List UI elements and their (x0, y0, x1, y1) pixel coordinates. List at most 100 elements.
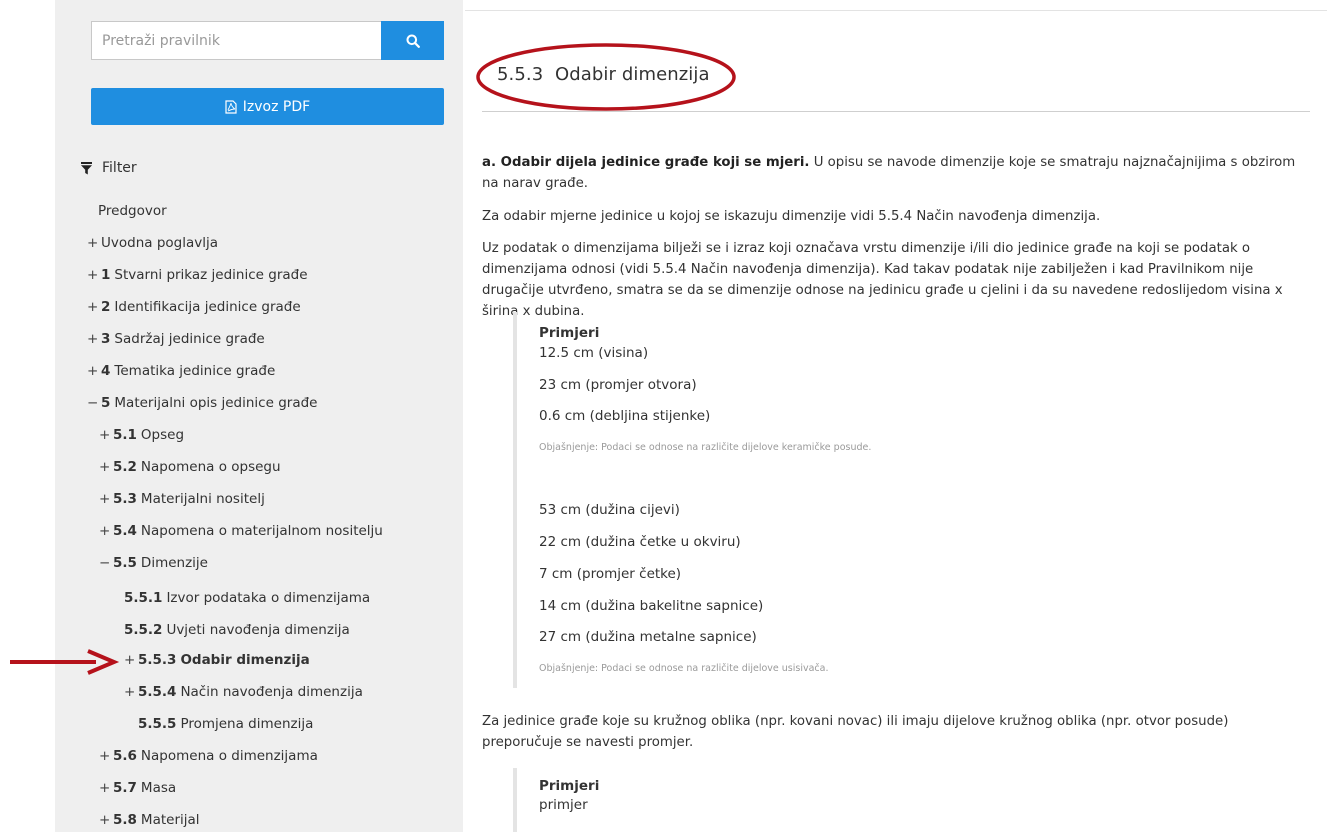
toc-item-label: Materijal (140, 812, 200, 828)
toc-item-4[interactable]: + 4 Tematika jedinice građe (87, 363, 275, 379)
filter-label: Filter (102, 160, 137, 176)
toc-item-predgovor[interactable]: Predgovor (98, 203, 167, 219)
toc-item-number: 5.3 (113, 491, 137, 507)
example-line: 0.6 cm (debljina stijenke) (539, 408, 711, 424)
example-line: primjer (539, 797, 588, 813)
example-line: 53 cm (dužina cijevi) (539, 502, 680, 518)
toc-item-label: Odabir dimenzija (180, 652, 310, 668)
toc-item-2[interactable]: + 2 Identifikacija jedinice građe (87, 299, 301, 315)
toc-item-label: Materijalni opis jedinice građe (114, 395, 318, 411)
expand-icon[interactable]: + (99, 459, 113, 475)
toc-item-number: 5.6 (113, 748, 137, 764)
toc-item-label: Stvarni prikaz jedinice građe (114, 267, 308, 283)
expand-icon[interactable]: + (87, 267, 101, 283)
export-pdf-button[interactable]: Izvoz PDF (91, 88, 444, 125)
search-button[interactable] (381, 21, 444, 60)
toc-item-label: Izvor podataka o dimenzijama (166, 590, 371, 606)
toc-item-number: 1 (101, 267, 111, 283)
example-line: 23 cm (promjer otvora) (539, 377, 697, 393)
toc-item-uvodna-poglavlja[interactable]: + Uvodna poglavlja (87, 235, 218, 251)
expand-icon[interactable]: + (124, 652, 138, 668)
annotation-arrow-icon (10, 649, 120, 675)
toc-item-label: Način navođenja dimenzija (180, 684, 363, 700)
toc-item-number: 5.2 (113, 459, 137, 475)
expand-icon[interactable]: + (99, 523, 113, 539)
paragraph-4: Za jedinice građe koje su kružnog oblika… (482, 714, 1229, 750)
toc-item-5-5-4[interactable]: + 5.5.4 Način navođenja dimenzija (124, 684, 363, 700)
toc-item-number: 5.5.3 (138, 652, 177, 668)
toc-item-label: Promjena dimenzija (180, 716, 314, 732)
title-divider (482, 111, 1310, 112)
toc-item-number: 2 (101, 299, 111, 315)
toc-item-label: Masa (140, 780, 177, 796)
examples-block (513, 312, 517, 688)
expand-icon[interactable]: + (99, 491, 113, 507)
toc-item-label: Napomena o opsegu (140, 459, 281, 475)
toc-item-5-7[interactable]: + 5.7 Masa (99, 780, 176, 796)
toc-item-label: Uvodna poglavlja (101, 235, 219, 251)
export-pdf-label: Izvoz PDF (242, 98, 311, 115)
search-bar (91, 21, 444, 60)
examples-heading: Primjeri (539, 325, 600, 341)
toc-item-number: 3 (101, 331, 111, 347)
expand-icon[interactable]: + (87, 299, 101, 315)
examples-heading: Primjeri (539, 778, 600, 794)
toc-item-5-5-3[interactable]: + 5.5.3 Odabir dimenzija (124, 652, 310, 668)
expand-icon[interactable]: + (87, 331, 101, 347)
example-line: 27 cm (dužina metalne sapnice) (539, 629, 757, 645)
toc-item-label: Dimenzije (140, 555, 208, 571)
toc-item-5-5[interactable]: − 5.5 Dimenzije (99, 555, 208, 571)
toc-item-5-5-2[interactable]: 5.5.2 Uvjeti navođenja dimenzija (124, 622, 350, 638)
toc-item-number: 5 (101, 395, 111, 411)
toc-item-number: 4 (101, 363, 111, 379)
expand-icon[interactable]: + (87, 363, 101, 379)
toc-item-number: 5.5.5 (138, 716, 177, 732)
toc-item-5-5-1[interactable]: 5.5.1 Izvor podataka o dimenzijama (124, 590, 370, 606)
content-top-border (465, 10, 1327, 11)
expand-icon[interactable]: + (87, 235, 101, 251)
toc-item-5-2[interactable]: + 5.2 Napomena o opsegu (99, 459, 281, 475)
toc-item-5-8[interactable]: + 5.8 Materijal (99, 812, 200, 828)
paragraph-2: Za odabir mjerne jedinice u kojoj se isk… (482, 209, 1101, 224)
toc-item-5-6[interactable]: + 5.6 Napomena o dimenzijama (99, 748, 318, 764)
example-line: 14 cm (dužina bakelitne sapnice) (539, 598, 764, 614)
pdf-file-icon (225, 99, 237, 114)
paragraph-3: Uz podatak o dimenzijama bilježi se i iz… (482, 241, 1283, 319)
example-note: Objašnjenje: Podaci se odnose na različi… (539, 442, 872, 453)
expand-icon[interactable]: + (99, 748, 113, 764)
toc-item-number: 5.8 (113, 812, 137, 828)
toc-item-number: 5.5.1 (124, 590, 163, 606)
toc-item-5-5-5[interactable]: 5.5.5 Promjena dimenzija (138, 716, 313, 732)
expand-icon[interactable]: + (99, 780, 113, 796)
example-note: Objašnjenje: Podaci se odnose na različi… (539, 663, 829, 674)
collapse-icon[interactable]: − (87, 395, 101, 411)
example-line: 22 cm (dužina četke u okviru) (539, 534, 741, 550)
toc-item-label: Napomena o dimenzijama (140, 748, 318, 764)
filter-toggle[interactable]: Filter (81, 160, 137, 176)
expand-icon[interactable]: + (99, 812, 113, 828)
toc-item-5-3[interactable]: + 5.3 Materijalni nositelj (99, 491, 265, 507)
annotation-ellipse-icon (476, 43, 736, 111)
toc-item-5-4[interactable]: + 5.4 Napomena o materijalnom nositelju (99, 523, 383, 539)
paragraph-a-lead: a. Odabir dijela jedinice građe koji se … (482, 155, 810, 170)
paragraph-a: a. Odabir dijela jedinice građe koji se … (482, 152, 1307, 194)
toc-item-5-1[interactable]: + 5.1 Opseg (99, 427, 184, 443)
toc-item-label: Uvjeti navođenja dimenzija (166, 622, 350, 638)
example-line: 7 cm (promjer četke) (539, 566, 682, 582)
filter-icon (81, 161, 92, 174)
examples-block (513, 768, 517, 832)
search-input[interactable] (91, 21, 381, 60)
toc-item-number: 5.5.2 (124, 622, 163, 638)
collapse-icon[interactable]: − (99, 555, 113, 571)
toc-item-label: Identifikacija jedinice građe (114, 299, 301, 315)
toc-item-5[interactable]: − 5 Materijalni opis jedinice građe (87, 395, 317, 411)
expand-icon[interactable]: + (124, 684, 138, 700)
expand-icon[interactable]: + (99, 427, 113, 443)
toc-item-label: Napomena o materijalnom nositelju (140, 523, 383, 539)
toc-item-3[interactable]: + 3 Sadržaj jedinice građe (87, 331, 265, 347)
toc-item-label: Materijalni nositelj (140, 491, 265, 507)
toc-item-number: 5.5.4 (138, 684, 177, 700)
sidebar: Izvoz PDF Filter Predgovor + Uvodna pogl… (55, 0, 463, 832)
toc-item-label: Opseg (140, 427, 185, 443)
toc-item-1[interactable]: + 1 Stvarni prikaz jedinice građe (87, 267, 308, 283)
